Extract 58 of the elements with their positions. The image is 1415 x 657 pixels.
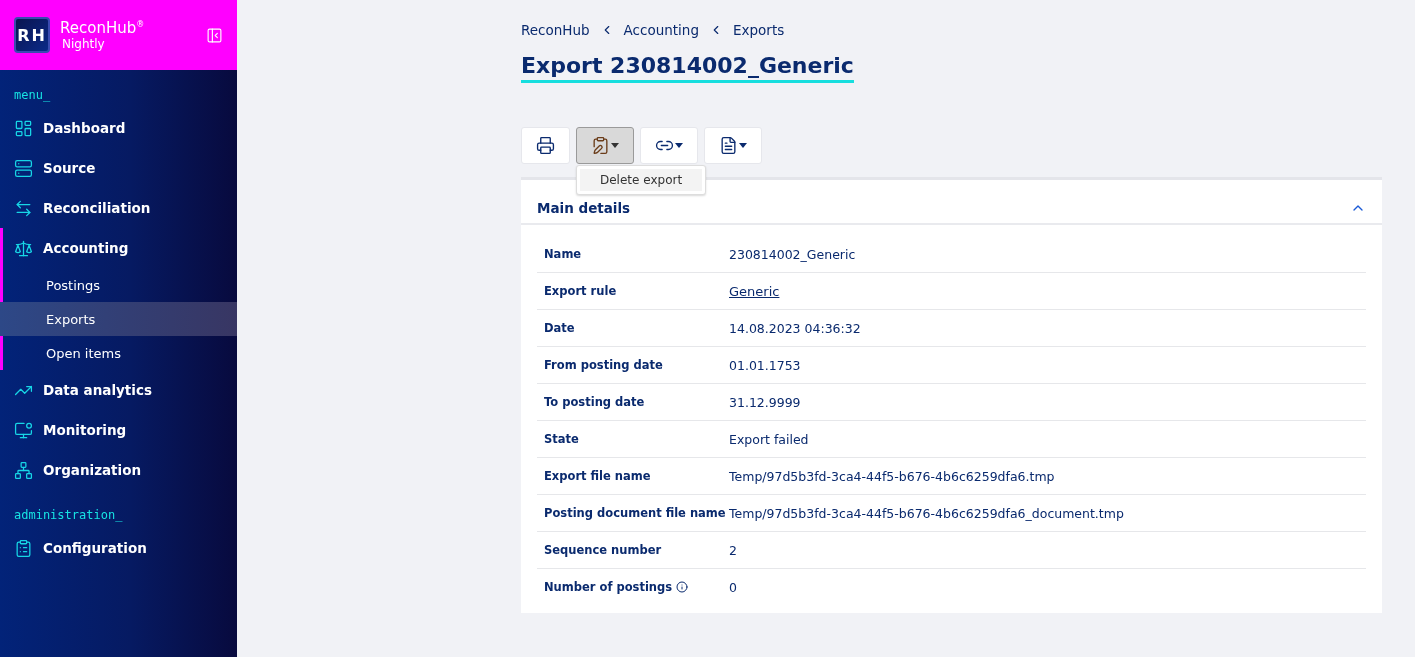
sidebar-item[interactable]: Data analytics xyxy=(0,370,237,410)
field-label: Sequence number xyxy=(544,543,663,557)
scale-icon xyxy=(14,238,33,258)
field-value: 31.12.9999 xyxy=(729,394,801,410)
field-value: 01.01.1753 xyxy=(729,357,801,373)
clipboard-icon xyxy=(591,136,610,155)
sidebar-item[interactable]: Accounting xyxy=(0,228,237,268)
arrows-icon xyxy=(14,198,33,218)
sidebar-subitem[interactable]: Postings xyxy=(0,268,237,302)
breadcrumb-link[interactable]: Accounting xyxy=(623,22,699,38)
document-icon xyxy=(719,136,738,155)
panel-title: Main details xyxy=(537,200,631,216)
field-value: Export failed xyxy=(729,431,809,447)
breadcrumb-link[interactable]: ReconHub xyxy=(521,22,590,38)
dashboard-icon xyxy=(14,118,33,138)
sidebar-item[interactable]: Dashboard xyxy=(0,108,237,148)
caret-icon xyxy=(739,143,747,148)
sidebar-item[interactable]: Reconciliation xyxy=(0,188,237,228)
logo: RH xyxy=(14,17,50,53)
caret-icon xyxy=(675,143,683,148)
field-label: Date xyxy=(544,321,576,335)
sidebar-subitem[interactable]: Exports xyxy=(0,302,237,336)
value-link[interactable]: Generic xyxy=(729,283,780,299)
field-value: 230814002_Generic xyxy=(729,246,856,262)
server-icon xyxy=(14,158,33,178)
field-value: 0 xyxy=(729,579,737,595)
monitor-icon xyxy=(14,420,33,440)
sidebar-item[interactable]: Source xyxy=(0,148,237,188)
field-label: To posting date xyxy=(544,395,646,409)
section-heading: administration_ xyxy=(13,507,124,524)
sidebar-subitem[interactable]: Open items xyxy=(0,336,237,370)
sidebar-item[interactable]: Configuration xyxy=(0,528,237,568)
field-value: 14.08.2023 04:36:32 xyxy=(729,320,861,336)
field-label: Number of postings xyxy=(544,580,729,594)
edition-label: Nightly xyxy=(62,37,106,51)
caret-icon xyxy=(611,143,619,148)
section-heading: menu_ xyxy=(13,87,52,104)
field-label: Export rule xyxy=(544,284,618,298)
brand-name: ReconHub$^{®}$ xyxy=(60,19,146,37)
field-label: State xyxy=(544,432,580,446)
field-label: Posting document file name xyxy=(544,506,727,520)
hierarchy-icon xyxy=(14,460,33,480)
sidebar-item[interactable]: Organization xyxy=(0,450,237,490)
collapse-sidebar-icon[interactable] xyxy=(206,26,223,44)
field-value: Temp/97d5b3fd-3ca4-44f5-b676-4b6c6259dfa6_document.tmp xyxy=(729,505,1124,521)
page-title: Export 230814002_Generic xyxy=(521,52,854,83)
field-value: 2 xyxy=(729,542,737,558)
clipboard-icon xyxy=(14,538,33,558)
field-label: Name xyxy=(544,247,583,261)
sidebar-item[interactable]: Monitoring xyxy=(0,410,237,450)
breadcrumb-link[interactable]: Exports xyxy=(733,22,785,38)
toolbar-button[interactable] xyxy=(576,127,634,164)
field-value: Temp/97d5b3fd-3ca4-44f5-b676-4b6c6259dfa6.tmp xyxy=(729,468,1055,484)
info-icon[interactable] xyxy=(676,581,689,593)
field-label: Export file name xyxy=(544,469,652,483)
print-icon xyxy=(536,136,555,155)
menu-item[interactable]: Delete export xyxy=(580,169,703,191)
field-label: From posting date xyxy=(544,358,664,372)
